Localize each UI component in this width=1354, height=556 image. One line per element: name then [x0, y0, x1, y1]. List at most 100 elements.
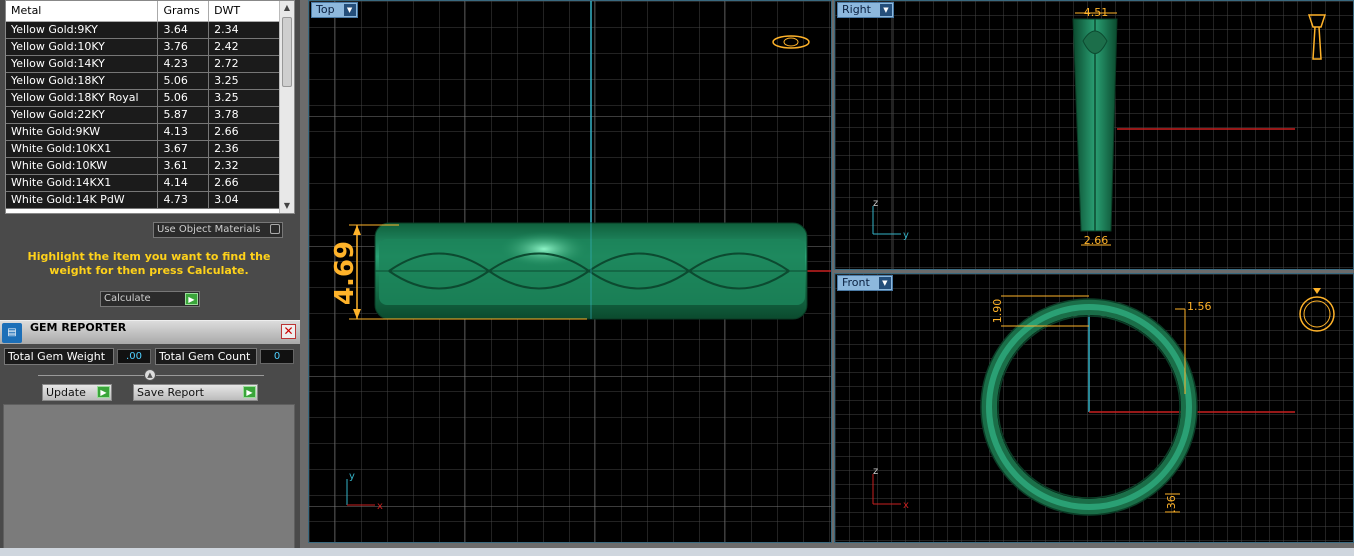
metal-cell: Yellow Gold:14KY: [6, 55, 159, 73]
right-axis-v-label: z: [873, 198, 878, 209]
dwt-cell: 2.66: [208, 123, 280, 141]
metal-cell: White Gold:9KW: [6, 123, 159, 141]
checkbox-icon: [270, 224, 280, 234]
metal-cell: White Gold:14KX1: [6, 174, 159, 192]
table-row[interactable]: White Gold:10KX1 3.67 2.36: [6, 140, 280, 158]
grams-cell: 3.64: [157, 21, 210, 39]
scroll-thumb[interactable]: [282, 17, 292, 87]
front-dimension-left-label: 1.90: [991, 299, 1004, 324]
total-gem-weight-label: Total Gem Weight: [4, 348, 114, 365]
scroll-down-icon[interactable]: ▼: [280, 199, 294, 213]
app-window: Metal Grams DWT Yellow Gold:9KY 3.64 2.34 Y…: [0, 0, 1354, 556]
right-dimension-top-label: 4.51: [1084, 6, 1109, 19]
grams-cell: 5.87: [157, 106, 210, 124]
play-arrow-icon: ▶: [243, 386, 256, 398]
viewport-top[interactable]: 4.69 y x Top ▼: [308, 0, 832, 543]
viewport-area: 4.69 y x Top ▼ 4.51 2.66 z y Right ▼ 1.9…: [300, 0, 1354, 556]
table-row[interactable]: Yellow Gold:22KY 5.87 3.78: [6, 106, 280, 124]
grams-cell: 5.06: [157, 89, 210, 107]
save-report-label: Save Report: [137, 386, 204, 399]
metal-cell: Yellow Gold:18KY: [6, 72, 159, 90]
grams-cell: 4.14: [157, 174, 210, 192]
total-gem-count-value: 0: [260, 349, 294, 364]
column-header-grams[interactable]: Grams: [157, 1, 210, 22]
play-arrow-icon: ▶: [97, 386, 110, 398]
close-icon[interactable]: ✕: [281, 324, 296, 339]
viewport-right[interactable]: 4.51 2.66 z y Right ▼: [834, 0, 1354, 270]
viewport-top-label[interactable]: Top ▼: [311, 2, 358, 18]
metal-table-body: Yellow Gold:9KY 3.64 2.34 Yellow Gold:10KY 3…: [6, 21, 280, 209]
table-row[interactable]: White Gold:14KX1 4.14 2.66: [6, 174, 280, 192]
top-dimension-label: 4.69: [330, 241, 360, 305]
total-gem-count-label: Total Gem Count: [155, 348, 257, 365]
metal-cell: Yellow Gold:18KY Royal: [6, 89, 159, 107]
viewport-front-name: Front: [842, 276, 870, 289]
right-axis-h-label: y: [903, 230, 909, 241]
metal-cell: Yellow Gold:22KY: [6, 106, 159, 124]
grams-cell: 5.06: [157, 72, 210, 90]
grams-cell: 3.67: [157, 140, 210, 158]
right-dimension-bottom-label: 2.66: [1084, 234, 1109, 247]
table-row[interactable]: White Gold:9KW 4.13 2.66: [6, 123, 280, 141]
front-dimension-right-label: 1.56: [1187, 300, 1212, 313]
gem-report-area: [3, 404, 295, 556]
dwt-cell: 3.25: [208, 89, 280, 107]
front-axis-h-label: x: [903, 500, 909, 511]
grams-cell: 4.73: [157, 191, 210, 209]
dwt-cell: 2.42: [208, 38, 280, 56]
table-row[interactable]: White Gold:14K PdW 4.73 3.04: [6, 191, 280, 209]
dwt-cell: 2.66: [208, 174, 280, 192]
metal-weight-table: Metal Grams DWT Yellow Gold:9KY 3.64 2.34 Y…: [5, 0, 295, 214]
table-row[interactable]: Yellow Gold:18KY Royal 5.06 3.25: [6, 89, 280, 107]
dwt-cell: 2.34: [208, 21, 280, 39]
use-object-materials-checkbox[interactable]: Use Object Materials: [153, 222, 283, 238]
table-row[interactable]: White Gold:10KW 3.61 2.32: [6, 157, 280, 175]
play-arrow-icon: ▶: [185, 293, 198, 305]
viewport-right-name: Right: [842, 3, 871, 16]
dwt-cell: 3.04: [208, 191, 280, 209]
grams-cell: 4.23: [157, 55, 210, 73]
viewport-top-name: Top: [316, 3, 335, 16]
viewport-right-label[interactable]: Right ▼: [837, 2, 894, 18]
table-row[interactable]: Yellow Gold:10KY 3.76 2.42: [6, 38, 280, 56]
dwt-cell: 2.72: [208, 55, 280, 73]
use-object-materials-label: Use Object Materials: [157, 224, 261, 235]
metal-cell: Yellow Gold:9KY: [6, 21, 159, 39]
viewport-front[interactable]: 1.90 1.56 .36 z x Front ▼: [834, 273, 1354, 543]
splitter-handle-icon[interactable]: ▲: [144, 369, 156, 381]
dwt-cell: 3.25: [208, 72, 280, 90]
table-header-row: Metal Grams DWT: [6, 1, 280, 22]
gem-reporter-icon: ▤: [2, 323, 22, 343]
chevron-down-icon[interactable]: ▼: [343, 4, 356, 16]
dwt-cell: 3.78: [208, 106, 280, 124]
column-header-metal[interactable]: Metal: [6, 1, 159, 22]
update-label: Update: [46, 386, 86, 399]
table-scrollbar[interactable]: ▲ ▼: [279, 1, 294, 213]
calculate-label: Calculate: [104, 293, 151, 304]
metal-table: Metal Grams DWT Yellow Gold:9KY 3.64 2.34 Y…: [6, 1, 280, 209]
top-view-canvas: 4.69 y x: [309, 1, 831, 542]
table-row[interactable]: Yellow Gold:9KY 3.64 2.34: [6, 21, 280, 39]
grams-cell: 3.61: [157, 157, 210, 175]
taskbar-strip: [0, 548, 1354, 556]
gem-reporter-title: GEM REPORTER: [30, 321, 127, 334]
viewport-front-label[interactable]: Front ▼: [837, 275, 893, 291]
front-axis-v-label: z: [873, 466, 878, 477]
calculate-button[interactable]: Calculate ▶: [100, 291, 200, 307]
grams-cell: 4.13: [157, 123, 210, 141]
table-row[interactable]: Yellow Gold:18KY 5.06 3.25: [6, 72, 280, 90]
column-header-dwt[interactable]: DWT: [208, 1, 280, 22]
update-button[interactable]: Update ▶: [42, 384, 112, 401]
top-axis-h-label: x: [377, 501, 383, 512]
scroll-up-icon[interactable]: ▲: [280, 1, 294, 15]
chevron-down-icon[interactable]: ▼: [879, 4, 892, 16]
table-row[interactable]: Yellow Gold:14KY 4.23 2.72: [6, 55, 280, 73]
save-report-button[interactable]: Save Report ▶: [133, 384, 258, 401]
gem-reporter-header: ▤ GEM REPORTER ✕: [0, 320, 300, 344]
metal-cell: White Gold:10KX1: [6, 140, 159, 158]
right-view-canvas: 4.51 2.66 z y: [835, 1, 1353, 269]
dwt-cell: 2.32: [208, 157, 280, 175]
chevron-down-icon[interactable]: ▼: [878, 277, 891, 289]
front-view-canvas: 1.90 1.56 .36 z x: [835, 274, 1353, 542]
metal-cell: Yellow Gold:10KY: [6, 38, 159, 56]
